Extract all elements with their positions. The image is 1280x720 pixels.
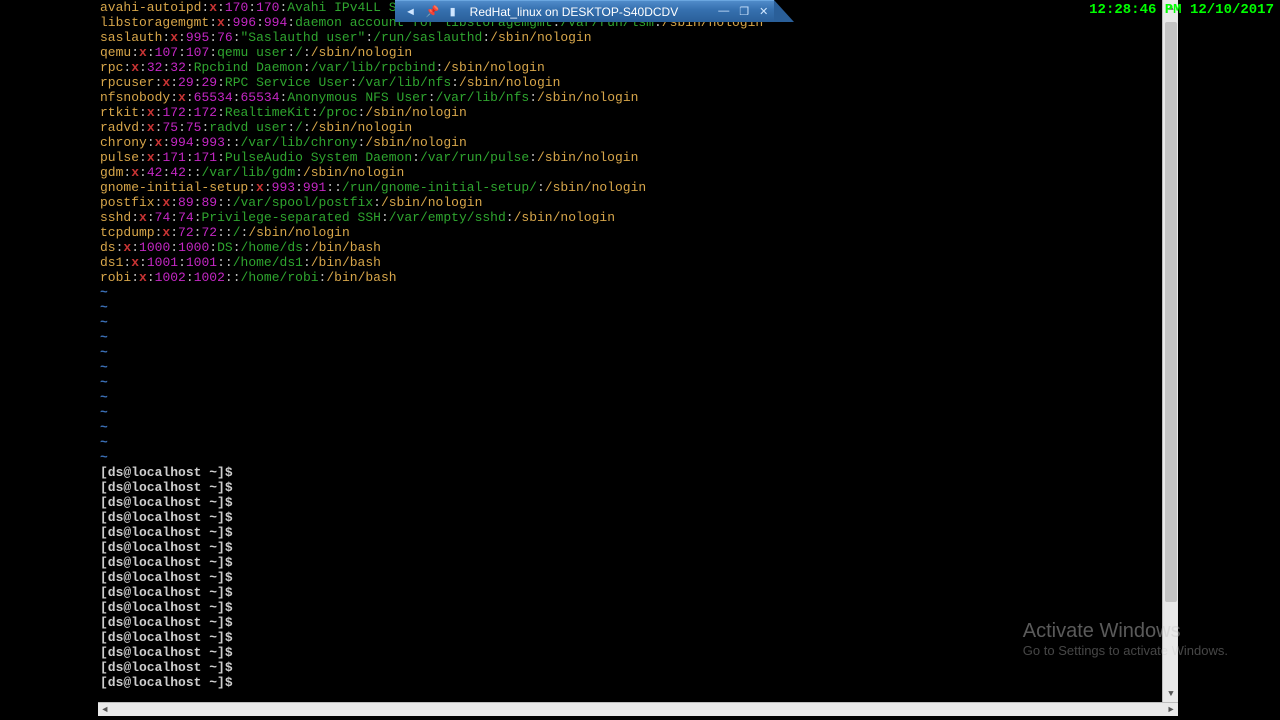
passwd-entry: pulse:x:171:171:PulseAudio System Daemon… — [100, 150, 1174, 165]
close-button[interactable]: ✕ — [759, 5, 768, 18]
empty-line-tilde: ~ — [100, 375, 1174, 390]
scroll-right-arrow[interactable]: ► — [1164, 703, 1178, 717]
passwd-entry: gdm:x:42:42::/var/lib/gdm:/sbin/nologin — [100, 165, 1174, 180]
shell-prompt: [ds@localhost ~]$ — [100, 510, 1174, 525]
empty-line-tilde: ~ — [100, 315, 1174, 330]
shell-prompt: [ds@localhost ~]$ — [100, 525, 1174, 540]
empty-line-tilde: ~ — [100, 330, 1174, 345]
passwd-entry: saslauth:x:995:76:"Saslauthd user":/run/… — [100, 30, 1174, 45]
passwd-entry: radvd:x:75:75:radvd user:/:/sbin/nologin — [100, 120, 1174, 135]
shell-prompt: [ds@localhost ~]$ — [100, 645, 1174, 660]
activate-windows-watermark: Activate Windows Go to Settings to activ… — [1023, 620, 1228, 658]
vm-connection-tab: ◄ 📌 ▮ RedHat_linux on DESKTOP-S40DCDV — … — [395, 0, 794, 22]
passwd-entry: gnome-initial-setup:x:993:991::/run/gnom… — [100, 180, 1174, 195]
empty-line-tilde: ~ — [100, 420, 1174, 435]
shell-prompt: [ds@localhost ~]$ — [100, 480, 1174, 495]
passwd-entry: ds:x:1000:1000:DS:/home/ds:/bin/bash — [100, 240, 1174, 255]
vm-tab-body[interactable]: ◄ 📌 ▮ RedHat_linux on DESKTOP-S40DCDV — … — [395, 0, 774, 22]
empty-line-tilde: ~ — [100, 435, 1174, 450]
desktop-clock: 12:28:46 PM 12/10/2017 — [1089, 2, 1274, 18]
vertical-scrollbar[interactable]: ▲ ▼ — [1162, 0, 1178, 702]
shell-prompt: [ds@localhost ~]$ — [100, 630, 1174, 645]
empty-line-tilde: ~ — [100, 390, 1174, 405]
minimize-button[interactable]: — — [718, 5, 729, 18]
empty-line-tilde: ~ — [100, 300, 1174, 315]
passwd-entry: qemu:x:107:107:qemu user:/:/sbin/nologin — [100, 45, 1174, 60]
signal-icon: ▮ — [450, 5, 456, 18]
passwd-entry: rtkit:x:172:172:RealtimeKit:/proc:/sbin/… — [100, 105, 1174, 120]
watermark-subtitle: Go to Settings to activate Windows. — [1023, 643, 1228, 658]
horizontal-scrollbar[interactable]: ◄ ► — [98, 702, 1178, 716]
shell-prompt: [ds@localhost ~]$ — [100, 660, 1174, 675]
shell-prompt: [ds@localhost ~]$ — [100, 495, 1174, 510]
passwd-entry: tcpdump:x:72:72::/:/sbin/nologin — [100, 225, 1174, 240]
vm-tab-title: RedHat_linux on DESKTOP-S40DCDV — [470, 5, 679, 19]
tab-wedge — [774, 0, 794, 22]
scroll-thumb-vertical[interactable] — [1165, 22, 1177, 602]
shell-prompt: [ds@localhost ~]$ — [100, 465, 1174, 480]
shell-prompt: [ds@localhost ~]$ — [100, 555, 1174, 570]
scroll-left-arrow[interactable]: ◄ — [98, 703, 112, 717]
shell-prompt[interactable]: [ds@localhost ~]$ — [100, 675, 1174, 690]
passwd-entry: rpc:x:32:32:Rpcbind Daemon:/var/lib/rpcb… — [100, 60, 1174, 75]
terminal-window[interactable]: avahi-autoipd:x:170:170:Avahi IPv4LL Sta… — [98, 0, 1178, 702]
shell-prompt: [ds@localhost ~]$ — [100, 615, 1174, 630]
shell-prompt: [ds@localhost ~]$ — [100, 540, 1174, 555]
passwd-entry: postfix:x:89:89::/var/spool/postfix:/sbi… — [100, 195, 1174, 210]
pin-icon[interactable]: 📌 — [426, 5, 440, 18]
terminal-content[interactable]: avahi-autoipd:x:170:170:Avahi IPv4LL Sta… — [98, 0, 1178, 690]
shell-prompt: [ds@localhost ~]$ — [100, 600, 1174, 615]
passwd-entry: sshd:x:74:74:Privilege-separated SSH:/va… — [100, 210, 1174, 225]
scroll-down-arrow[interactable]: ▼ — [1163, 686, 1179, 702]
back-icon[interactable]: ◄ — [405, 6, 416, 18]
passwd-entry: rpcuser:x:29:29:RPC Service User:/var/li… — [100, 75, 1174, 90]
watermark-title: Activate Windows — [1023, 620, 1228, 643]
shell-prompt: [ds@localhost ~]$ — [100, 570, 1174, 585]
empty-line-tilde: ~ — [100, 345, 1174, 360]
shell-prompt: [ds@localhost ~]$ — [100, 585, 1174, 600]
passwd-entry: nfsnobody:x:65534:65534:Anonymous NFS Us… — [100, 90, 1174, 105]
maximize-button[interactable]: ❐ — [739, 5, 749, 18]
passwd-entry: chrony:x:994:993::/var/lib/chrony:/sbin/… — [100, 135, 1174, 150]
passwd-entry: ds1:x:1001:1001::/home/ds1:/bin/bash — [100, 255, 1174, 270]
empty-line-tilde: ~ — [100, 450, 1174, 465]
empty-line-tilde: ~ — [100, 405, 1174, 420]
passwd-entry: robi:x:1002:1002::/home/robi:/bin/bash — [100, 270, 1174, 285]
empty-line-tilde: ~ — [100, 360, 1174, 375]
empty-line-tilde: ~ — [100, 285, 1174, 300]
